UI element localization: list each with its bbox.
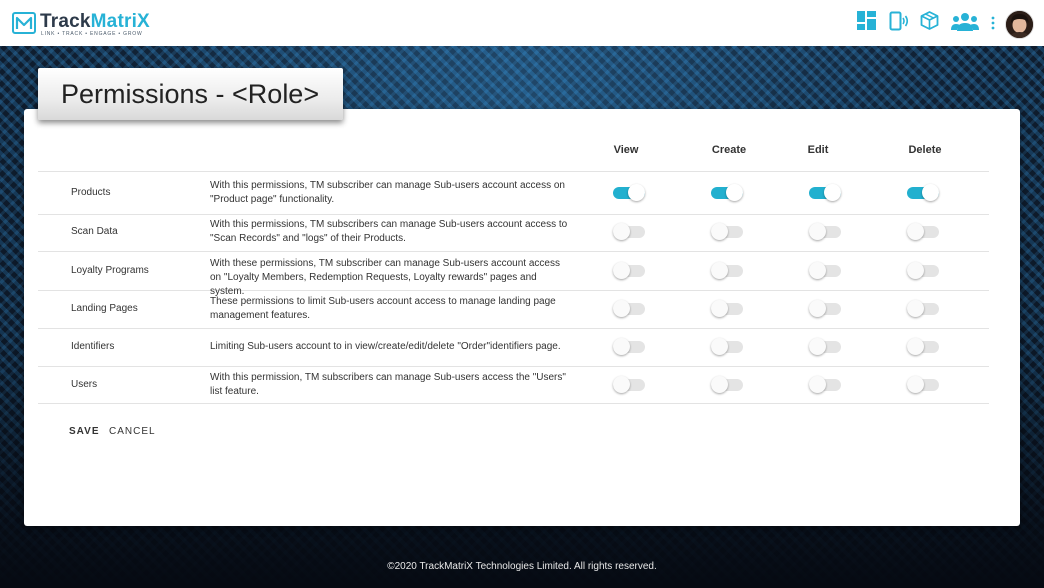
create-toggle[interactable] — [711, 300, 743, 317]
view-toggle[interactable] — [613, 375, 645, 393]
dashboard-icon[interactable] — [857, 11, 876, 30]
footer-copyright: ©2020 TrackMatriX Technologies Limited. … — [387, 561, 657, 572]
column-header-view: View — [613, 144, 639, 156]
user-avatar[interactable] — [1005, 10, 1034, 39]
box-icon[interactable] — [920, 11, 939, 30]
permission-row-landing-pages: Landing Pages These permissions to limit … — [38, 290, 989, 329]
more-vert-icon[interactable] — [990, 16, 996, 30]
toggle-knob — [907, 300, 924, 317]
permission-name: Identifiers — [71, 341, 115, 352]
toggle-knob — [922, 184, 939, 201]
permission-row-products: Products With this permissions, TM subscr… — [38, 171, 989, 215]
toggle-knob — [809, 375, 826, 393]
trackmatrix-logo-icon — [12, 12, 36, 34]
permission-description: Limiting Sub-users account to in view/cr… — [210, 341, 561, 352]
toggle-knob — [809, 300, 826, 317]
toggle-knob — [613, 223, 630, 240]
delete-toggle[interactable] — [907, 375, 939, 393]
permission-name: Products — [71, 187, 111, 198]
view-toggle[interactable] — [613, 184, 645, 201]
edit-toggle[interactable] — [809, 375, 841, 393]
create-toggle[interactable] — [711, 375, 743, 393]
view-toggle[interactable] — [613, 300, 645, 317]
create-toggle[interactable] — [711, 184, 743, 201]
toggle-knob — [711, 375, 728, 393]
permission-name: Landing Pages — [71, 303, 138, 314]
toggle-knob — [628, 184, 645, 201]
toggle-knob — [726, 184, 743, 201]
permission-description: With this permissions, TM subscriber can… — [210, 180, 565, 205]
create-toggle[interactable] — [711, 338, 743, 355]
edit-toggle[interactable] — [809, 300, 841, 317]
edit-toggle[interactable] — [809, 223, 841, 240]
toggle-knob — [907, 338, 924, 355]
toggle-knob — [711, 338, 728, 355]
brand-name: TrackMatriX — [40, 11, 150, 32]
mobile-scan-icon[interactable] — [889, 11, 909, 31]
users-icon[interactable] — [951, 12, 979, 32]
toggle-knob — [613, 338, 630, 355]
toggle-knob — [711, 300, 728, 317]
view-toggle[interactable] — [613, 261, 645, 279]
permission-row-identifiers: Identifiers Limiting Sub-users account to… — [38, 328, 989, 367]
toggle-knob — [711, 261, 728, 279]
toggle-knob — [907, 223, 924, 240]
column-header-create: Create — [711, 144, 747, 156]
permission-row-users: Users With this permission, TM subscriber… — [38, 366, 989, 404]
toggle-knob — [711, 223, 728, 240]
create-toggle[interactable] — [711, 261, 743, 279]
view-toggle[interactable] — [613, 223, 645, 240]
toggle-knob — [907, 261, 924, 279]
toggle-knob — [613, 261, 630, 279]
delete-toggle[interactable] — [907, 261, 939, 279]
column-header-edit: Edit — [807, 144, 829, 156]
toggle-knob — [809, 338, 826, 355]
brand-tagline: LINK • TRACK • ENGAGE • GROW — [41, 31, 143, 37]
page-title: Permissions - <Role> — [61, 79, 320, 109]
view-toggle[interactable] — [613, 338, 645, 355]
permission-description: With this permission, TM subscribers can… — [210, 371, 566, 397]
create-toggle[interactable] — [711, 223, 743, 240]
permission-description: These permissions to limit Sub-users acc… — [210, 296, 556, 321]
delete-toggle[interactable] — [907, 223, 939, 240]
save-button[interactable]: SAVE — [69, 426, 100, 437]
avatar-image-icon — [1006, 11, 1033, 38]
toggle-knob — [613, 375, 630, 393]
permission-name: Loyalty Programs — [71, 264, 149, 276]
toggle-knob — [824, 184, 841, 201]
permission-name: Scan Data — [71, 226, 118, 237]
delete-toggle[interactable] — [907, 338, 939, 355]
edit-toggle[interactable] — [809, 184, 841, 201]
cancel-button[interactable]: CANCEL — [109, 426, 156, 437]
permission-name: Users — [71, 378, 98, 390]
page-title-tab: Permissions - <Role> — [38, 68, 343, 120]
toggle-knob — [907, 375, 924, 393]
permission-description: With this permissions, TM subscribers ca… — [210, 219, 568, 244]
toggle-knob — [613, 300, 630, 317]
delete-toggle[interactable] — [907, 300, 939, 317]
permission-row-scan-data: Scan Data With this permissions, TM subsc… — [38, 213, 989, 252]
top-bar: TrackMatriX LINK • TRACK • ENGAGE • GROW — [0, 0, 1044, 46]
toggle-knob — [809, 223, 826, 240]
permission-row-loyalty-programs: Loyalty Programs With these permissions, … — [38, 251, 989, 297]
delete-toggle[interactable] — [907, 184, 939, 201]
toggle-knob — [809, 261, 826, 279]
edit-toggle[interactable] — [809, 261, 841, 279]
edit-toggle[interactable] — [809, 338, 841, 355]
column-header-delete: Delete — [908, 144, 942, 156]
